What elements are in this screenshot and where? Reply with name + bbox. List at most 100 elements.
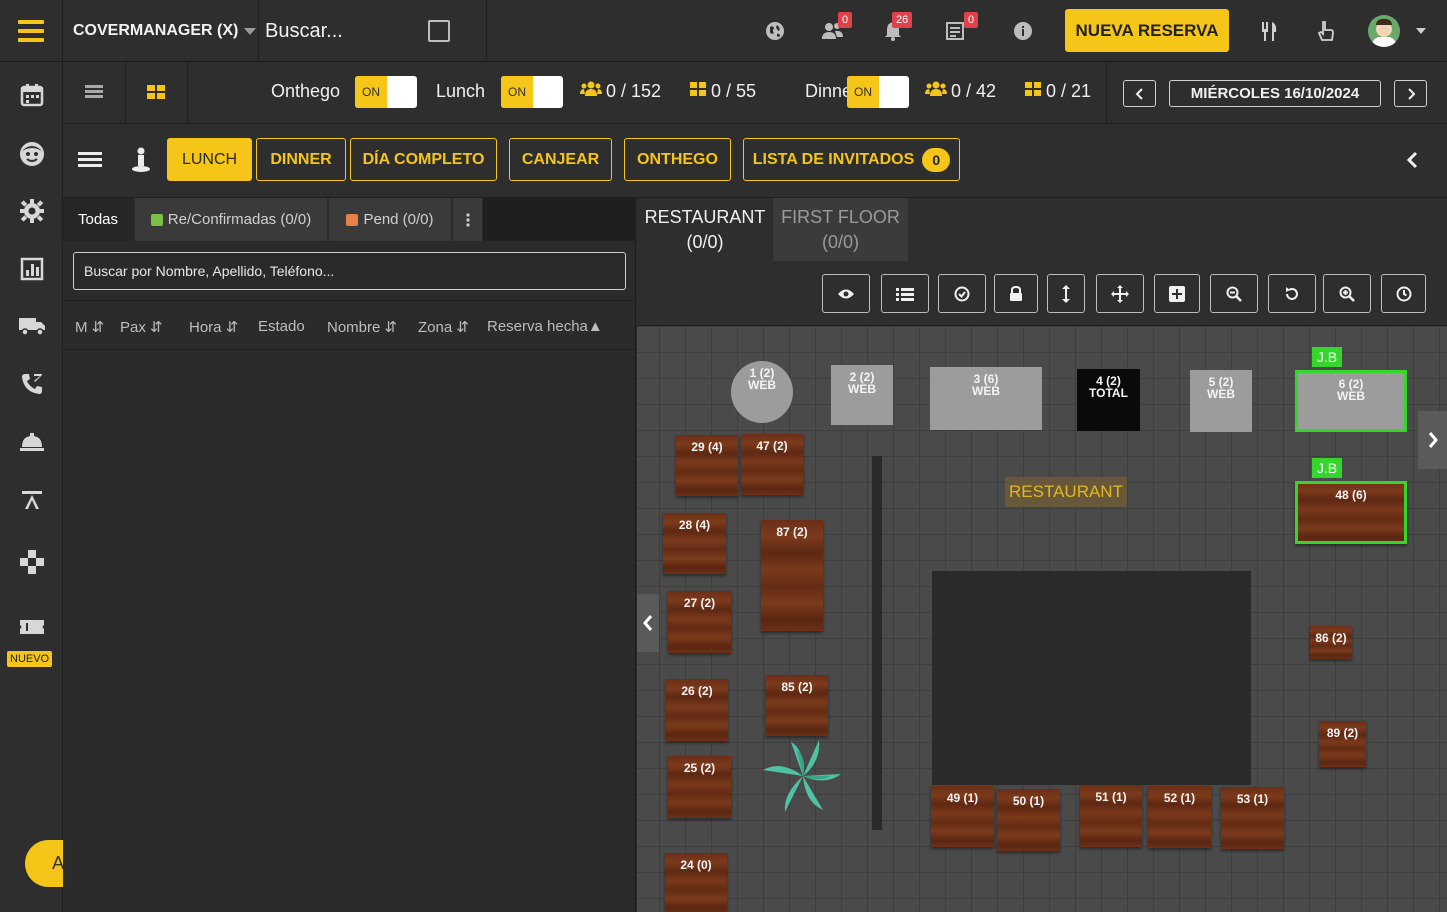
restaurant-icon[interactable] <box>1254 16 1284 46</box>
new-reservation-button[interactable]: NUEVA RESERVA <box>1065 9 1229 52</box>
pending-dot <box>346 213 359 226</box>
lunch-toggle[interactable]: ON <box>501 76 563 108</box>
table-89[interactable]: 89 (2) <box>1319 721 1366 767</box>
zoom-out-button[interactable] <box>1210 274 1258 313</box>
table-3[interactable]: 3 (6) WEB <box>930 367 1042 430</box>
table-25[interactable]: 25 (2) <box>668 756 731 818</box>
table-51[interactable]: 51 (1) <box>1080 785 1142 847</box>
zoom-in-button[interactable] <box>1323 274 1371 313</box>
delivery-truck-icon[interactable] <box>17 311 47 341</box>
vertical-resize-button[interactable] <box>1047 274 1085 313</box>
table-6[interactable]: 6 (2) WEB <box>1295 370 1407 432</box>
table-1[interactable]: 1 (2) WEB <box>731 361 793 423</box>
hand-pointer-icon[interactable] <box>1311 16 1341 46</box>
people-icon[interactable]: 0 <box>818 12 853 46</box>
col-m[interactable]: M ⇵ <box>75 318 104 336</box>
divider-wall <box>872 456 882 830</box>
table-2[interactable]: 2 (2) WEB <box>831 365 893 425</box>
table-52[interactable]: 52 (1) <box>1148 786 1211 848</box>
service-bell-icon[interactable] <box>17 427 47 457</box>
add-table-button[interactable] <box>1154 274 1200 313</box>
col-estado[interactable]: Estado <box>258 318 305 335</box>
table-5[interactable]: 5 (2) WEB <box>1190 370 1252 432</box>
tab-pending[interactable]: Pend (0/0) <box>329 198 452 241</box>
table-28[interactable]: 28 (4) <box>663 513 726 574</box>
integrations-icon[interactable] <box>17 547 47 577</box>
table-48[interactable]: 48 (6) <box>1295 481 1407 544</box>
new-badge: NUEVO <box>7 651 53 667</box>
sidebar: NUEVO <box>0 62 63 912</box>
check-button[interactable] <box>938 274 986 313</box>
statistics-chart-icon[interactable] <box>17 254 47 284</box>
next-day-button[interactable] <box>1394 80 1427 107</box>
list-icon[interactable] <box>76 148 104 172</box>
col-hora[interactable]: Hora ⇵ <box>189 318 238 336</box>
lunch-tables-stat: 0 / 55 <box>689 81 756 102</box>
settings-gear-icon[interactable] <box>17 196 47 226</box>
table-4[interactable]: 4 (2) TOTAL <box>1077 369 1140 431</box>
redeem-button[interactable]: CANJEAR <box>509 138 612 181</box>
move-button[interactable] <box>1096 274 1144 313</box>
search-checkbox[interactable] <box>428 20 450 42</box>
calendar-icon[interactable] <box>17 80 47 110</box>
more-options-icon[interactable] <box>453 198 483 241</box>
tables-icon <box>689 81 707 102</box>
reservation-search-input[interactable] <box>73 252 626 290</box>
collapse-chevron-icon[interactable] <box>1403 150 1423 170</box>
table-50[interactable]: 50 (1) <box>997 789 1060 851</box>
ticket-icon[interactable] <box>17 612 47 642</box>
full-day-filter-button[interactable]: DÍA COMPLETO <box>350 138 497 181</box>
lock-button[interactable] <box>994 274 1038 313</box>
menu-icon[interactable] <box>0 0 63 62</box>
globe-icon[interactable] <box>760 16 790 46</box>
grid-view-icon[interactable] <box>143 79 169 105</box>
tab-confirmed[interactable]: Re/Confirmadas (0/0) <box>135 198 328 241</box>
global-search[interactable]: Buscar... <box>259 0 487 62</box>
customer-face-icon[interactable] <box>17 139 47 169</box>
info-icon[interactable] <box>1008 16 1038 46</box>
onthego-filter-button[interactable]: ONTHEGO <box>624 138 731 181</box>
view-eye-button[interactable] <box>822 274 870 313</box>
floor-right-arrow[interactable] <box>1418 411 1447 469</box>
table-29[interactable]: 29 (4) <box>676 435 738 496</box>
table-87[interactable]: 87 (2) <box>761 520 823 631</box>
pos-terminal-icon[interactable] <box>17 485 47 515</box>
lunch-filter-button[interactable]: LUNCH <box>167 138 252 181</box>
tab-restaurant[interactable]: RESTAURANT (0/0) <box>637 198 773 261</box>
guest-list-button[interactable]: LISTA DE INVITADOS 0 <box>743 138 960 181</box>
clock-button[interactable] <box>1381 274 1426 313</box>
dinner-filter-button[interactable]: DINNER <box>256 138 346 181</box>
rotate-button[interactable] <box>1268 274 1316 313</box>
chevron-down-icon[interactable] <box>1416 28 1426 34</box>
table-27[interactable]: 27 (2) <box>668 591 731 653</box>
floor-left-arrow[interactable] <box>637 594 659 652</box>
table-85[interactable]: 85 (2) <box>766 675 828 736</box>
clock-icon <box>1396 286 1411 301</box>
table-26[interactable]: 26 (2) <box>666 679 728 741</box>
onthego-toggle[interactable]: ON <box>355 76 417 108</box>
table-24[interactable]: 24 (0) <box>665 853 727 912</box>
col-pax[interactable]: Pax ⇵ <box>120 318 163 336</box>
col-nombre[interactable]: Nombre ⇵ <box>327 318 397 336</box>
col-reserva-hecha[interactable]: Reserva hecha▲ <box>487 318 603 335</box>
table-86[interactable]: 86 (2) <box>1310 626 1352 659</box>
list-view-icon[interactable] <box>81 80 107 104</box>
tab-all[interactable]: Todas <box>63 198 134 241</box>
bell-icon[interactable]: 26 <box>878 12 913 46</box>
table-47[interactable]: 47 (2) <box>741 434 803 495</box>
eye-icon <box>838 289 854 298</box>
previous-day-button[interactable] <box>1123 80 1156 107</box>
date-selector[interactable]: MIÉRCOLES 16/10/2024 <box>1169 80 1381 107</box>
reservation-list-icon[interactable]: 0 <box>940 12 979 46</box>
account-selector[interactable]: COVERMANAGER (X) <box>63 0 259 62</box>
waiter-icon[interactable] <box>129 146 153 174</box>
phone-call-icon[interactable] <box>17 369 47 399</box>
plus-square-icon <box>1169 285 1185 302</box>
list-mode-button[interactable] <box>881 274 929 313</box>
tab-first-floor[interactable]: FIRST FLOOR (0/0) <box>773 198 908 261</box>
user-avatar[interactable] <box>1368 15 1400 47</box>
table-49[interactable]: 49 (1) <box>931 786 994 847</box>
col-zona[interactable]: Zona ⇵ <box>418 318 469 336</box>
dinner-toggle[interactable]: ON <box>847 76 909 108</box>
table-53[interactable]: 53 (1) <box>1221 787 1284 849</box>
